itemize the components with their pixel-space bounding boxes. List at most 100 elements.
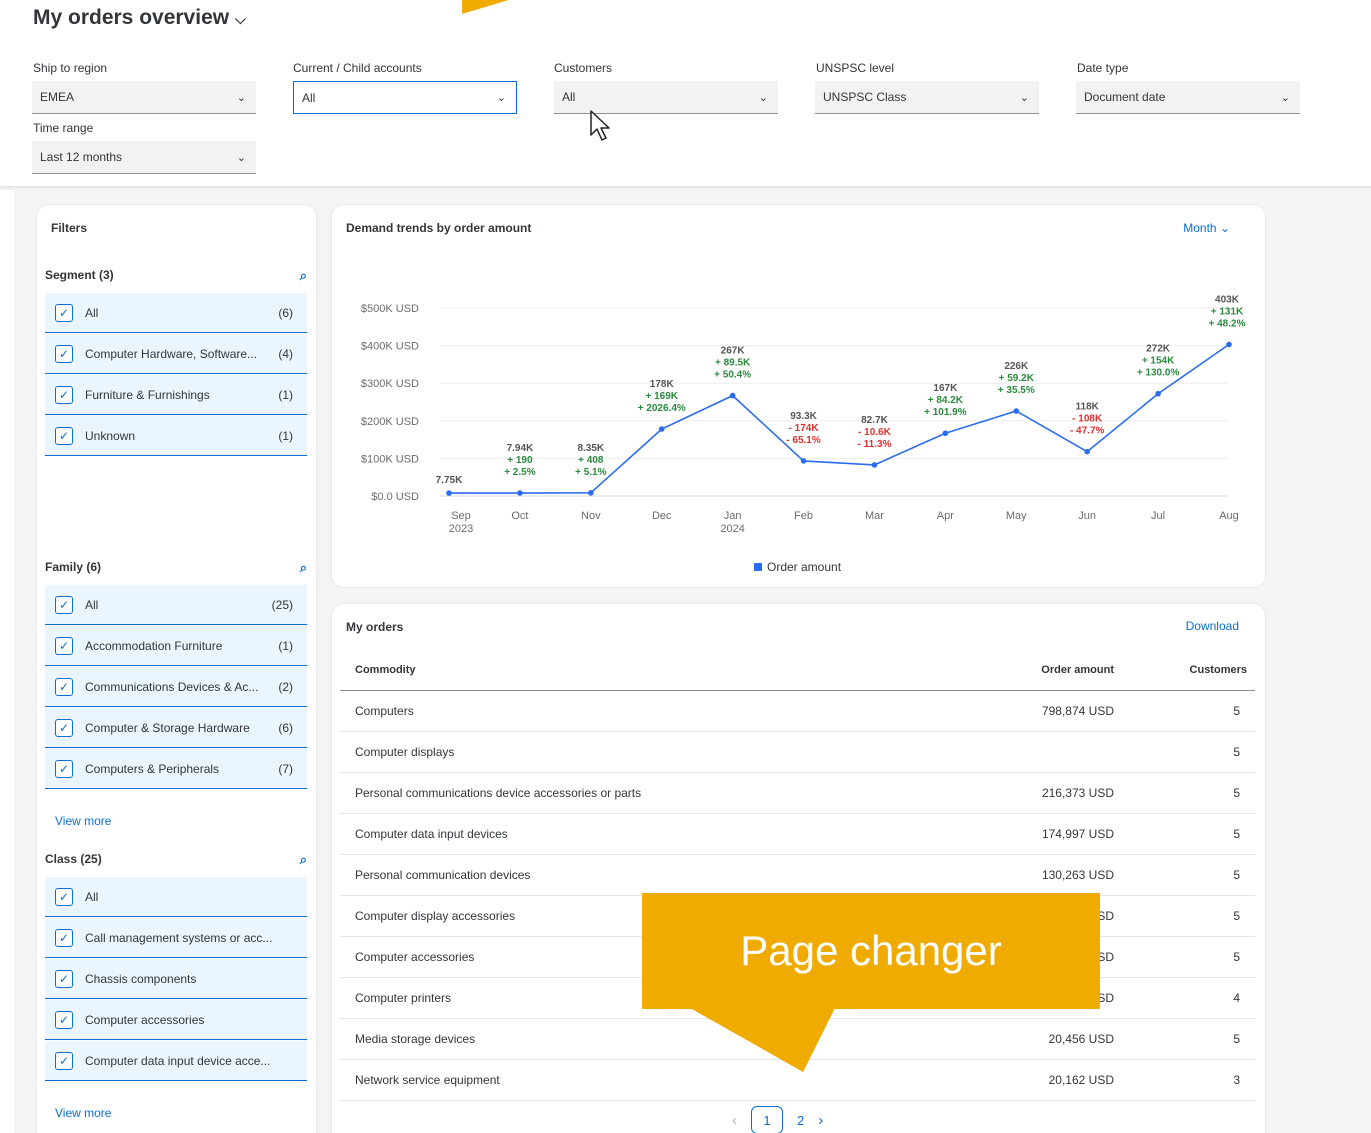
search-icon[interactable]: ⌕ <box>300 268 307 284</box>
family-item-computer-storage[interactable]: ✓ Computer & Storage Hardware (6) <box>45 708 307 748</box>
filter-item-label: All <box>85 889 99 904</box>
family-item-all[interactable]: ✓ All (25) <box>45 585 307 625</box>
table-row[interactable]: Computers 798,874 USD 5 <box>340 691 1255 732</box>
data-value-label: 226K <box>1004 361 1029 372</box>
table-row[interactable]: Personal communication devices 130,263 US… <box>340 855 1255 896</box>
data-value-label: 93.3K <box>790 411 817 422</box>
checkbox-checked-icon[interactable]: ✓ <box>55 969 73 988</box>
segment-item-computer-hardware[interactable]: ✓ Computer Hardware, Software... (4) <box>45 334 307 374</box>
table-row[interactable]: Personal communications device accessori… <box>340 773 1255 814</box>
download-link[interactable]: Download <box>1186 619 1239 633</box>
checkbox-checked-icon[interactable]: ✓ <box>55 928 73 947</box>
family-item-accommodation-furniture[interactable]: ✓ Accommodation Furniture (1) <box>45 626 307 666</box>
class-item-chassis-components[interactable]: ✓ Chassis components <box>45 959 307 999</box>
filter-item-count: (2) <box>278 679 293 694</box>
customers-cell: 5 <box>1233 827 1240 841</box>
prev-page-icon[interactable]: ‹ <box>732 1112 737 1129</box>
chevron-down-icon: ⌄ <box>1280 91 1290 104</box>
table-row[interactable]: Computer data input devices 174,997 USD 5 <box>340 814 1255 855</box>
customers-select[interactable]: All ⌄ <box>554 81 778 114</box>
unspsc-level-select[interactable]: UNSPSC Class ⌄ <box>815 81 1039 114</box>
segment-item-furniture[interactable]: ✓ Furniture & Furnishings (1) <box>45 375 307 415</box>
column-header-commodity[interactable]: Commodity <box>355 664 416 676</box>
checkbox-checked-icon[interactable]: ✓ <box>55 677 73 696</box>
data-point <box>446 490 452 496</box>
unspsc-level-value: UNSPSC Class <box>823 90 907 104</box>
data-point <box>588 490 594 496</box>
page-title[interactable]: My orders overview ⌵ <box>33 6 246 30</box>
segment-item-all[interactable]: ✓ All (6) <box>45 293 307 333</box>
chevron-down-icon: ⌄ <box>236 91 246 104</box>
filter-item-label: Unknown <box>85 428 136 443</box>
data-value-label: 7.75K <box>436 475 463 486</box>
class-header-label: Class (25) <box>45 852 102 866</box>
data-value-label: 267K <box>721 346 746 357</box>
commodity-cell: Personal communications device accessori… <box>355 786 642 800</box>
y-tick-label: $400K USD <box>361 341 419 353</box>
data-delta-pct-label: + 130.0% <box>1137 368 1180 379</box>
class-item-computer-data-input[interactable]: ✓ Computer data input device acce... <box>45 1041 307 1081</box>
class-item-computer-accessories[interactable]: ✓ Computer accessories <box>45 1000 307 1040</box>
family-item-computers-peripherals[interactable]: ✓ Computers & Peripherals (7) <box>45 749 307 789</box>
table-row[interactable]: Computer displays 5 <box>340 732 1255 773</box>
chevron-down-icon: ⌄ <box>236 151 246 164</box>
page-1-button[interactable]: 1 <box>751 1106 783 1133</box>
pagination: ‹ 1 2 › <box>732 1106 823 1133</box>
segment-item-unknown[interactable]: ✓ Unknown (1) <box>45 416 307 456</box>
legend-label: Order amount <box>767 560 842 574</box>
customers-cell: 5 <box>1233 909 1240 923</box>
checkbox-checked-icon[interactable]: ✓ <box>55 595 73 614</box>
checkbox-checked-icon[interactable]: ✓ <box>55 426 73 445</box>
y-tick-label: $100K USD <box>361 453 419 465</box>
data-delta-pct-label: - 47.7% <box>1070 426 1105 437</box>
filter-item-label: All <box>85 305 99 320</box>
class-item-all[interactable]: ✓ All <box>45 877 307 917</box>
data-value-label: 118K <box>1076 402 1100 413</box>
data-delta-abs-label: - 174K <box>789 423 820 434</box>
filters-title: Filters <box>51 221 88 235</box>
data-point <box>729 392 736 399</box>
data-point <box>517 490 523 496</box>
checkbox-checked-icon[interactable]: ✓ <box>55 718 73 737</box>
header-divider <box>0 186 1371 190</box>
checkbox-checked-icon[interactable]: ✓ <box>55 1010 73 1029</box>
checkbox-checked-icon[interactable]: ✓ <box>55 759 73 778</box>
column-header-customers[interactable]: Customers <box>1190 664 1247 676</box>
data-point <box>800 458 807 464</box>
class-item-call-management[interactable]: ✓ Call management systems or acc... <box>45 918 307 958</box>
page-2-button[interactable]: 2 <box>797 1106 804 1133</box>
x-tick-label: Oct <box>511 510 528 522</box>
class-view-more-link[interactable]: View more <box>55 1106 111 1120</box>
filter-item-count: (25) <box>271 597 293 612</box>
time-range-value: Last 12 months <box>40 150 123 164</box>
accounts-select[interactable]: All ⌄ <box>293 81 517 114</box>
filter-item-label: Computer data input device acce... <box>85 1053 271 1068</box>
data-point <box>1226 341 1232 348</box>
date-type-select[interactable]: Document date ⌄ <box>1076 81 1300 114</box>
checkbox-checked-icon[interactable]: ✓ <box>55 385 73 404</box>
data-delta-abs-label: - 10.6K <box>858 427 892 438</box>
next-page-icon[interactable]: › <box>818 1112 823 1129</box>
column-header-order-amount[interactable]: Order amount <box>1041 664 1114 676</box>
search-icon[interactable]: ⌕ <box>300 852 307 868</box>
order-amount-cell: 216,373 USD <box>1041 786 1114 800</box>
data-delta-pct-label: - 65.1% <box>786 435 821 446</box>
time-range-select[interactable]: Last 12 months ⌄ <box>32 141 256 174</box>
date-type-label: Date type <box>1077 61 1129 75</box>
ship-to-region-select[interactable]: EMEA ⌄ <box>32 81 256 114</box>
checkbox-checked-icon[interactable]: ✓ <box>55 344 73 363</box>
search-icon[interactable]: ⌕ <box>300 560 307 576</box>
family-item-communications-devices[interactable]: ✓ Communications Devices & Ac... (2) <box>45 667 307 707</box>
customers-cell: 5 <box>1233 1032 1240 1046</box>
checkbox-checked-icon[interactable]: ✓ <box>55 1051 73 1070</box>
checkbox-checked-icon[interactable]: ✓ <box>55 887 73 906</box>
x-tick-label: Feb <box>794 510 813 522</box>
checkbox-checked-icon[interactable]: ✓ <box>55 303 73 322</box>
checkbox-checked-icon[interactable]: ✓ <box>55 636 73 655</box>
data-value-label: 7.94K <box>507 443 534 454</box>
page-changer-callout: Page changer <box>642 893 1100 1009</box>
x-tick-label: Dec <box>652 510 672 522</box>
data-value-label: 403K <box>1215 294 1240 305</box>
commodity-cell: Computer accessories <box>355 950 475 964</box>
family-view-more-link[interactable]: View more <box>55 814 111 828</box>
